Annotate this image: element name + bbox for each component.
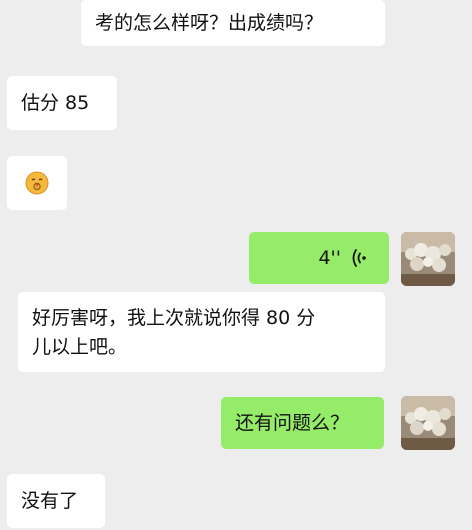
flowers-avatar-image bbox=[401, 232, 455, 286]
message-text-line: 儿以上吧。 bbox=[32, 336, 128, 358]
message-text: 没有了 bbox=[21, 490, 79, 512]
medal-emoji-icon bbox=[25, 171, 49, 195]
incoming-emoji-message[interactable] bbox=[7, 156, 67, 210]
incoming-message[interactable]: 考的怎么样呀？出成绩吗？ bbox=[81, 0, 385, 46]
message-text: 估分 85 bbox=[21, 92, 90, 114]
voice-duration: 4'' bbox=[318, 247, 341, 269]
message-text: 考的怎么样呀？出成绩吗？ bbox=[95, 12, 324, 34]
outgoing-message[interactable]: 还有问题么？ bbox=[221, 397, 384, 449]
incoming-message[interactable]: 好厉害呀，我上次就说你得 80 分 儿以上吧。 bbox=[18, 292, 385, 372]
message-text-line: 好厉害呀，我上次就说你得 80 分 bbox=[32, 307, 316, 329]
outgoing-voice-message[interactable]: 4'' bbox=[249, 232, 389, 284]
incoming-message[interactable]: 没有了 bbox=[7, 474, 105, 528]
self-avatar[interactable] bbox=[401, 396, 455, 450]
flowers-avatar-image bbox=[401, 396, 455, 450]
incoming-message[interactable]: 估分 85 bbox=[7, 76, 117, 130]
voice-wave-icon bbox=[352, 249, 366, 267]
message-text: 还有问题么？ bbox=[235, 412, 350, 434]
self-avatar[interactable] bbox=[401, 232, 455, 286]
